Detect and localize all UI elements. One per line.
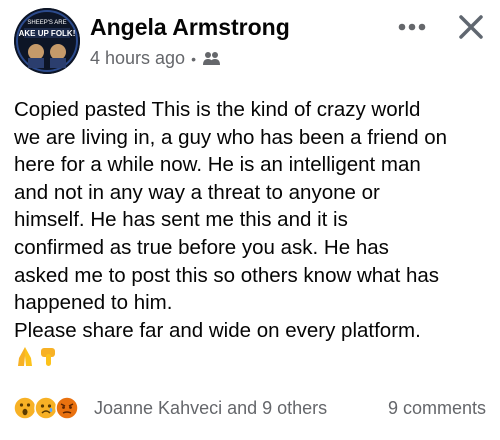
avatar-text-top: SHEEP'S ARE <box>27 20 66 26</box>
post-body-line: here for a while now. He is an intellige… <box>14 153 421 177</box>
post-body: Copied pasted This is the kind of crazy … <box>14 96 484 344</box>
post-body-line: himself. He has sent me this and it is <box>14 208 348 232</box>
reactions-summary[interactable] <box>13 396 90 420</box>
post-footer: Joanne Kahveci and 9 others 9 comments <box>13 392 486 424</box>
post-body-line: happened to him. <box>14 291 173 315</box>
close-button[interactable] <box>454 10 488 44</box>
post-body-line: Please share far and wide on every platf… <box>14 318 421 342</box>
reaction-names[interactable]: Joanne Kahveci and 9 others <box>94 398 327 419</box>
post-body-line: and not in any way a threat to anyone or <box>14 180 380 204</box>
post-body-line: we are living in, a guy who has been a f… <box>14 125 448 149</box>
sad-reaction-icon <box>34 396 58 420</box>
post-header: SHEEP'S ARE AKE UP FOLK! Angela Armstron… <box>14 8 490 74</box>
group-icon <box>202 51 220 65</box>
post-meta: 4 hours ago • <box>90 48 222 69</box>
close-icon <box>459 15 483 39</box>
avatar-image: SHEEP'S ARE AKE UP FOLK! <box>14 8 80 74</box>
body-emojis <box>14 344 60 368</box>
more-horizontal-icon <box>398 23 426 31</box>
meta-separator: • <box>191 50 196 67</box>
post-body-line: confirmed as true before you ask. He has <box>14 235 389 259</box>
avatar-text-main: AKE UP FOLK! <box>19 29 76 38</box>
more-options-button[interactable] <box>392 12 432 42</box>
author-name[interactable]: Angela Armstrong <box>90 14 290 41</box>
comments-count[interactable]: 9 comments <box>388 398 486 419</box>
wow-reaction-icon <box>13 396 37 420</box>
post-body-line: asked me to post this so others know wha… <box>14 263 440 287</box>
angry-reaction-icon <box>55 396 79 420</box>
reaction-icons <box>13 396 79 420</box>
post-timestamp[interactable]: 4 hours ago <box>90 48 185 69</box>
post-body-line: Copied pasted This is the kind of crazy … <box>14 98 421 121</box>
avatar[interactable]: SHEEP'S ARE AKE UP FOLK! <box>14 8 80 74</box>
backhand-index-pointing-down-emoji <box>41 348 55 366</box>
folded-hands-emoji <box>18 347 32 366</box>
